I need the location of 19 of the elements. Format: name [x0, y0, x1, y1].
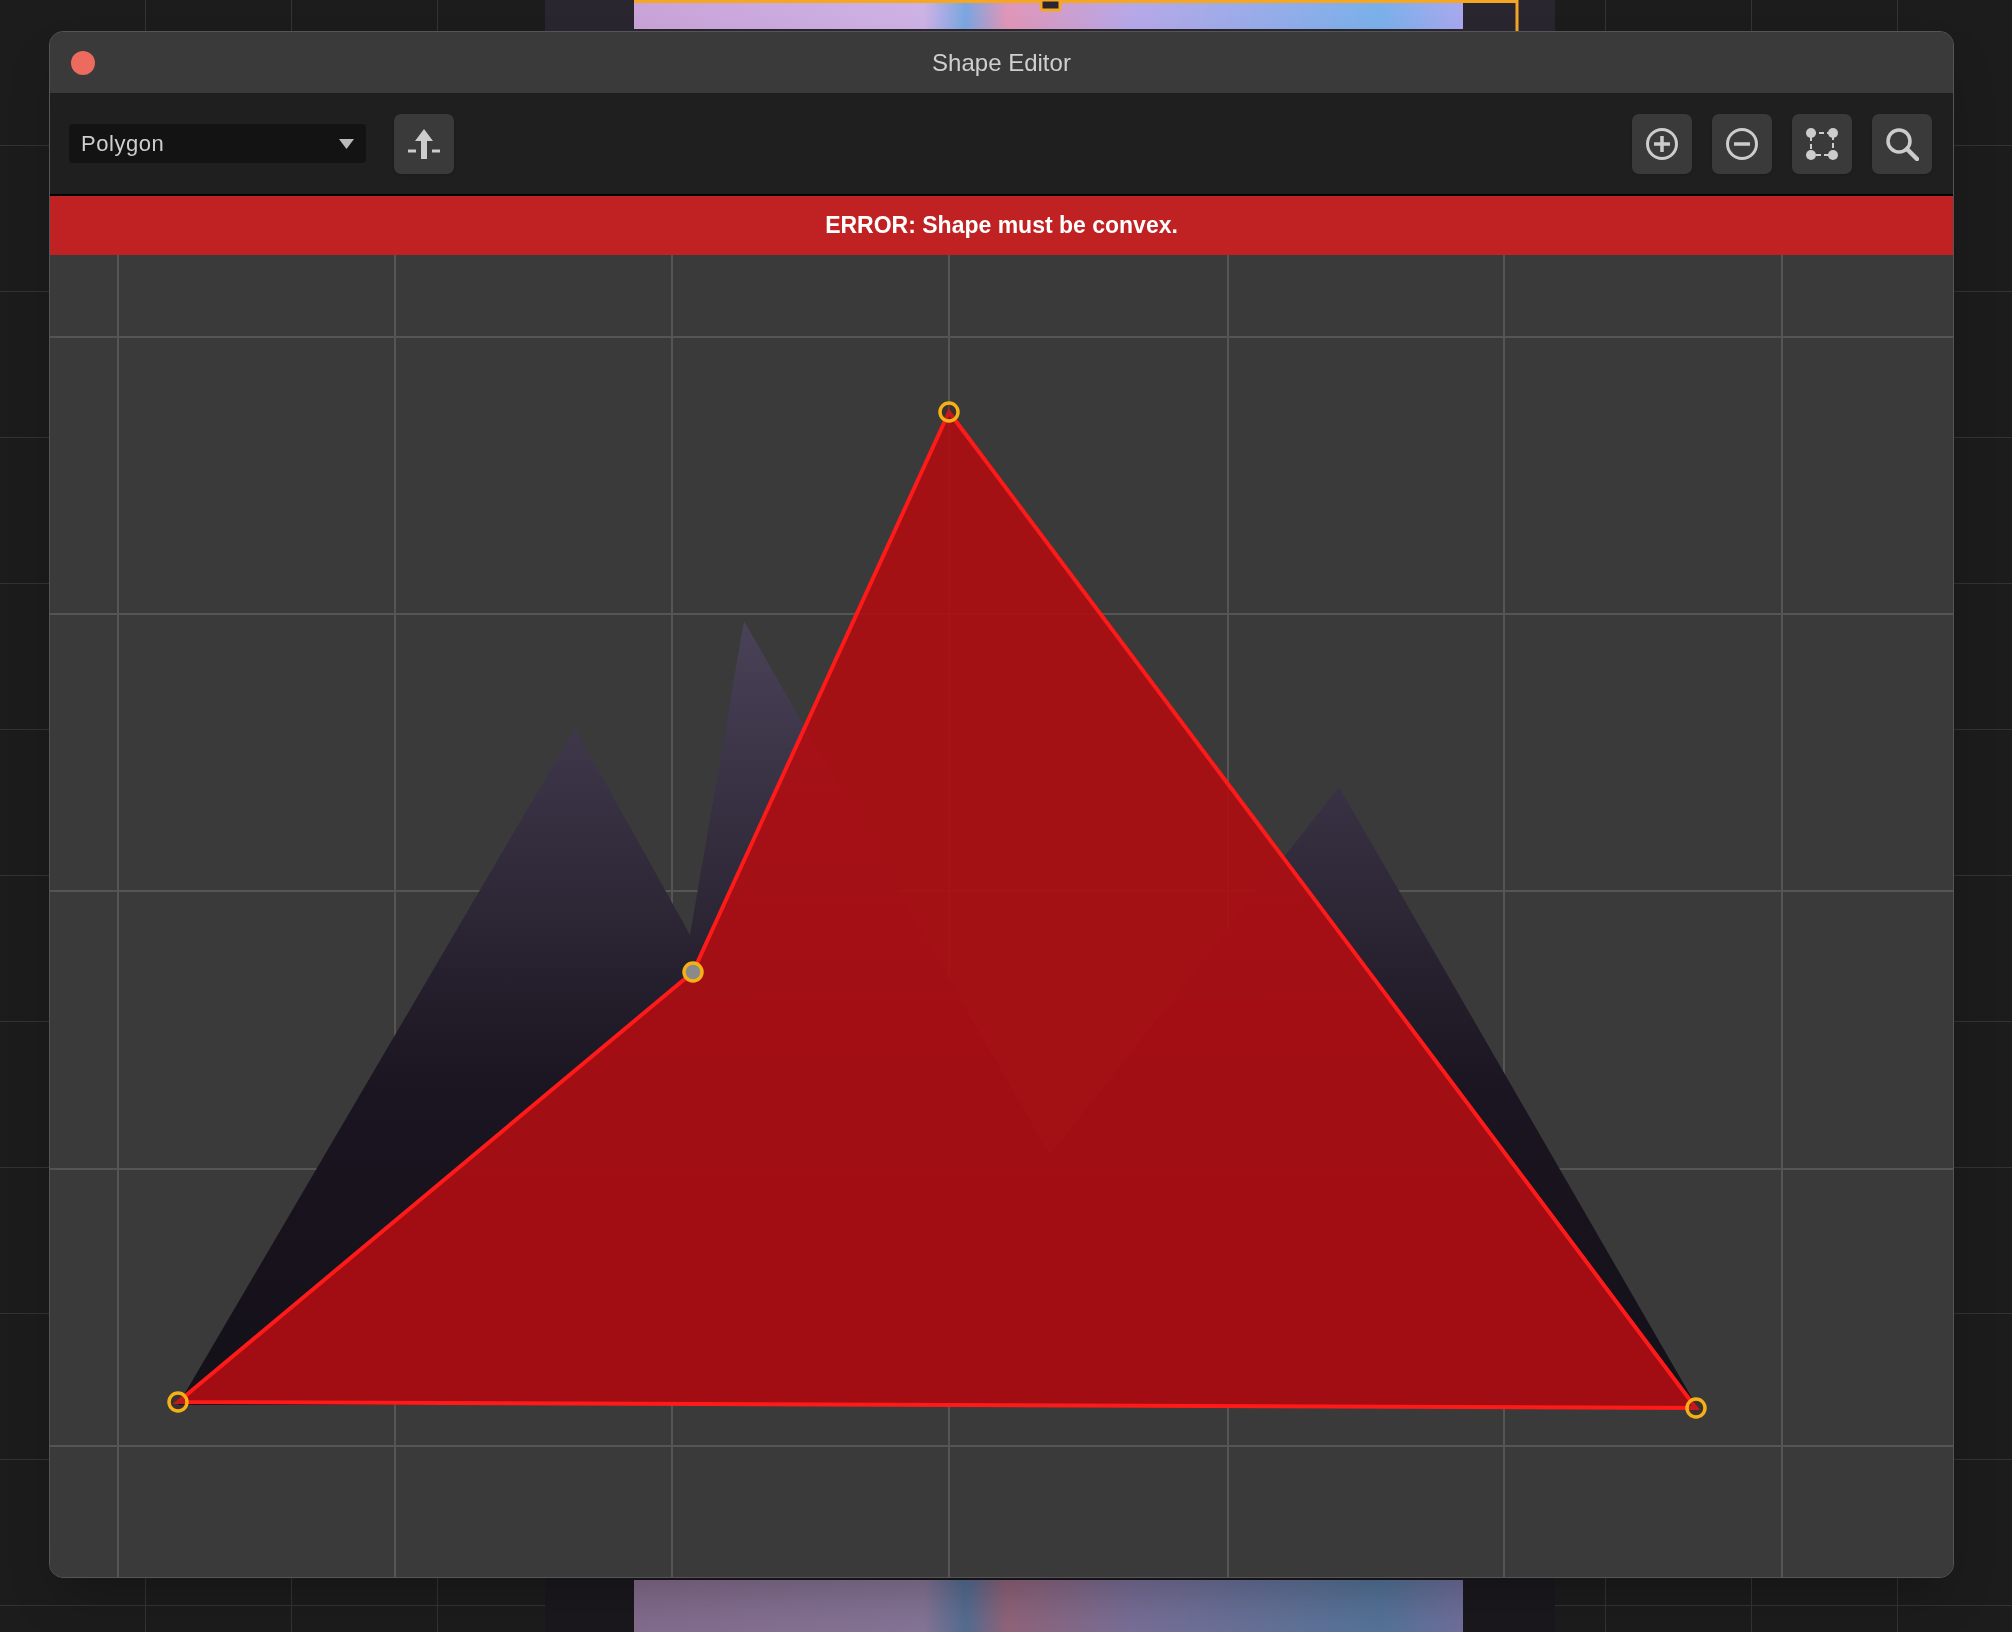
bounding-box-icon: [1805, 126, 1839, 161]
search-icon: [1885, 126, 1919, 161]
shape-type-dropdown[interactable]: Polygon: [69, 124, 366, 163]
zoom-out-icon: [1725, 126, 1759, 161]
zoom-in-button[interactable]: [1632, 113, 1692, 174]
vertex-handle[interactable]: [1685, 1397, 1707, 1419]
vertex-handle[interactable]: [938, 401, 960, 423]
error-message: ERROR: Shape must be convex.: [825, 211, 1178, 241]
search-button[interactable]: [1872, 113, 1932, 174]
fit-button[interactable]: [1792, 113, 1852, 174]
caret-icon: [339, 138, 354, 149]
window-title: Shape Editor: [932, 47, 1071, 78]
close-button[interactable]: [71, 51, 95, 75]
zoom-out-button[interactable]: [1712, 113, 1772, 174]
selection-handle[interactable]: [1039, 0, 1062, 12]
vertex-handle[interactable]: [167, 1391, 189, 1413]
add-vertex-button[interactable]: [394, 113, 454, 174]
vertex-handle[interactable]: [682, 961, 704, 983]
zoom-in-icon: [1645, 126, 1679, 161]
